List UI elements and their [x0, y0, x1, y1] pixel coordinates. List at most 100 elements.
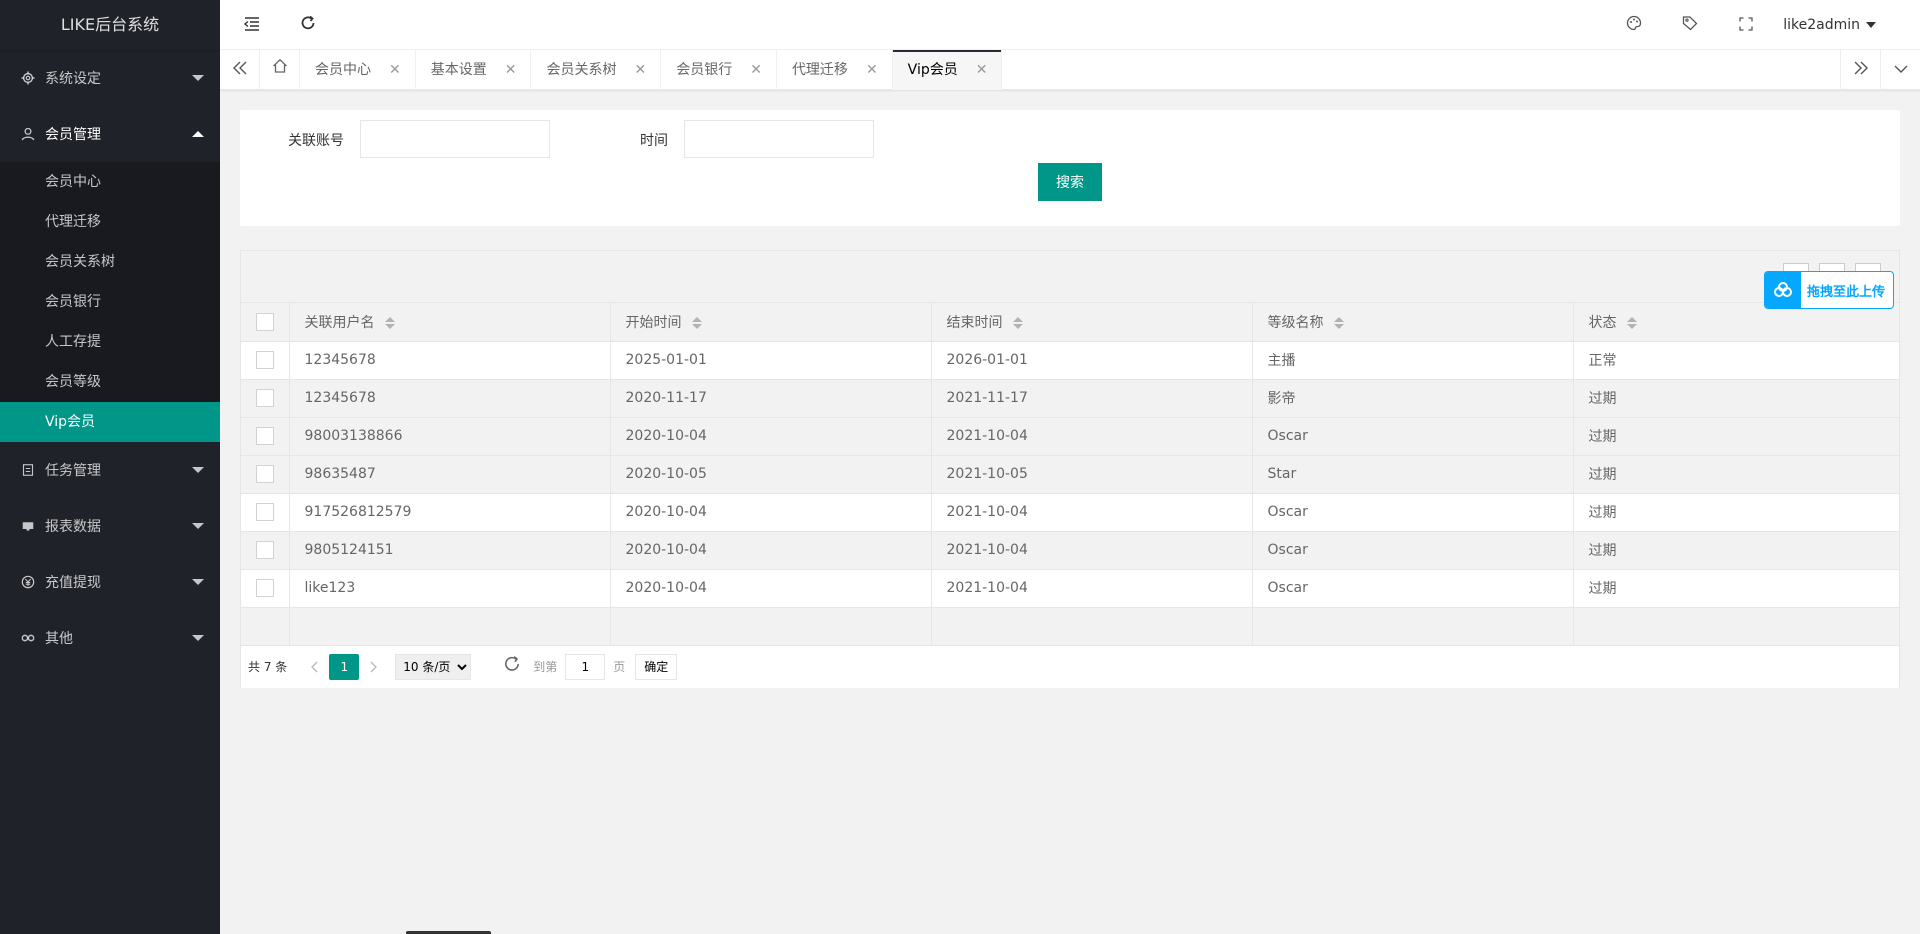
cell-end-time: 2021-10-04: [931, 531, 1253, 570]
chevron-down-icon: [192, 523, 204, 529]
close-icon[interactable]: ✕: [866, 50, 878, 90]
menu-report-data[interactable]: 报表数据: [0, 498, 220, 554]
tab-home[interactable]: [260, 50, 300, 90]
next-page-button[interactable]: [359, 654, 389, 680]
close-icon[interactable]: ✕: [634, 50, 646, 90]
cell-end-time: 2021-10-04: [931, 493, 1253, 532]
time-label: 时间: [640, 133, 668, 149]
table-row[interactable]: 9805124151 2020-10-04 2021-10-04 Oscar 过…: [241, 531, 1899, 570]
sidebar-item-vip-member[interactable]: Vip会员: [0, 402, 220, 442]
user-menu[interactable]: like2admin: [1783, 0, 1876, 50]
table-row[interactable]: 917526812579 2020-10-04 2021-10-04 Oscar…: [241, 493, 1899, 532]
user-icon: [20, 126, 36, 142]
row-checkbox[interactable]: [256, 503, 274, 521]
row-checkbox[interactable]: [256, 465, 274, 483]
sort-icon[interactable]: [1626, 316, 1637, 329]
table-row[interactable]: 12345678 2020-11-17 2021-11-17 影帝 过期: [241, 379, 1899, 418]
tab-label: 会员中心: [315, 62, 371, 78]
refresh-table-icon[interactable]: [503, 655, 523, 678]
sidebar-item-member-center[interactable]: 会员中心: [0, 162, 220, 202]
sidebar-item-agent-migration[interactable]: 代理迁移: [0, 202, 220, 242]
tab-vip-member[interactable]: Vip会员 ✕: [892, 50, 1003, 90]
current-page[interactable]: 1: [329, 653, 360, 680]
time-input[interactable]: [684, 120, 874, 158]
account-input[interactable]: [360, 120, 550, 158]
report-icon: [20, 518, 36, 534]
theme-button[interactable]: [1622, 0, 1646, 50]
table-row[interactable]: 98635487 2020-10-05 2021-10-05 Star 过期: [241, 455, 1899, 494]
column-header-end-time[interactable]: 结束时间: [931, 303, 1253, 342]
upload-drop-badge[interactable]: 拖拽至此上传: [1764, 271, 1894, 309]
refresh-button[interactable]: [296, 0, 320, 50]
cell-start-time: 2020-10-04: [610, 493, 932, 532]
close-icon[interactable]: ✕: [750, 50, 762, 90]
sidebar-item-member-tree[interactable]: 会员关系树: [0, 242, 220, 282]
cell-status: 过期: [1573, 493, 1899, 532]
table-row[interactable]: like123 2020-10-04 2021-10-04 Oscar 过期: [241, 569, 1899, 608]
column-header-start-time[interactable]: 开始时间: [610, 303, 932, 342]
cell-status: 过期: [1573, 379, 1899, 418]
app-logo[interactable]: LIKE后台系统: [0, 0, 220, 50]
select-all-checkbox[interactable]: [256, 312, 274, 331]
column-header-level-name[interactable]: 等级名称: [1252, 303, 1574, 342]
cell-start-time: 2020-11-17: [610, 379, 932, 418]
chevron-down-icon: [192, 467, 204, 473]
tab-member-tree[interactable]: 会员关系树 ✕: [531, 50, 662, 90]
sidebar-item-manual-deposit[interactable]: 人工存提: [0, 322, 220, 362]
fullscreen-button[interactable]: [1734, 0, 1758, 50]
menu-label: 其他: [45, 631, 73, 647]
table-row[interactable]: 12345678 2025-01-01 2026-01-01 主播 正常: [241, 341, 1899, 380]
goto-confirm-button[interactable]: 确定: [635, 653, 678, 680]
search-button[interactable]: 搜索: [1038, 163, 1102, 201]
column-header-username[interactable]: 关联用户名: [289, 303, 611, 342]
sort-icon[interactable]: [691, 316, 702, 329]
goto-page-input[interactable]: [565, 653, 606, 680]
menu-group-task: 任务管理: [0, 442, 220, 498]
cell-start-time: 2020-10-05: [610, 455, 932, 494]
menu-member-management[interactable]: 会员管理: [0, 106, 220, 162]
prev-page-button[interactable]: [299, 654, 329, 680]
table-toolbar: 拖拽至此上传: [241, 251, 1899, 309]
cell-start-time: 2020-10-04: [610, 531, 932, 570]
row-checkbox[interactable]: [256, 541, 274, 559]
sidebar-item-member-level[interactable]: 会员等级: [0, 362, 220, 402]
chevron-down-icon: [192, 579, 204, 585]
row-checkbox[interactable]: [256, 427, 274, 445]
close-icon[interactable]: ✕: [389, 50, 401, 90]
menu-system-settings[interactable]: 系统设定: [0, 50, 220, 106]
sort-icon[interactable]: [1012, 316, 1023, 329]
menu-recharge-withdraw[interactable]: 充值提现: [0, 554, 220, 610]
menu-task-management[interactable]: 任务管理: [0, 442, 220, 498]
tabs-scroll-right-button[interactable]: [1840, 50, 1880, 90]
tab-basic-settings[interactable]: 基本设置 ✕: [416, 50, 532, 90]
note-button[interactable]: [1678, 0, 1702, 50]
cell-status: 过期: [1573, 417, 1899, 456]
search-panel: 关联账号 时间 搜索: [240, 110, 1900, 226]
close-icon[interactable]: ✕: [976, 50, 988, 90]
sort-icon[interactable]: [384, 316, 395, 329]
page-unit-label: 页: [613, 660, 626, 674]
menu-group-report: 报表数据: [0, 498, 220, 554]
table-filler-row: [241, 607, 1899, 646]
toggle-sidebar-button[interactable]: [240, 0, 264, 50]
link-icon: [20, 630, 36, 646]
tab-member-center[interactable]: 会员中心 ✕: [300, 50, 416, 90]
row-checkbox[interactable]: [256, 351, 274, 369]
tabs-menu-button[interactable]: [1880, 50, 1920, 90]
tab-agent-migration[interactable]: 代理迁移 ✕: [777, 50, 893, 90]
page-size-select[interactable]: 10 条/页: [395, 653, 472, 680]
tab-member-bank[interactable]: 会员银行 ✕: [661, 50, 777, 90]
table-row[interactable]: 98003138866 2020-10-04 2021-10-04 Oscar …: [241, 417, 1899, 456]
menu-other[interactable]: 其他: [0, 610, 220, 666]
cell-end-time: 2021-10-04: [931, 569, 1253, 608]
row-checkbox[interactable]: [256, 389, 274, 407]
cell-level-name: Oscar: [1252, 417, 1574, 456]
sort-icon[interactable]: [1333, 316, 1344, 329]
cell-username: 98635487: [289, 455, 611, 494]
row-checkbox[interactable]: [256, 579, 274, 597]
sidebar-item-member-bank[interactable]: 会员银行: [0, 282, 220, 322]
tab-label: 会员关系树: [546, 62, 617, 78]
tabs-scroll-left-button[interactable]: [220, 50, 260, 90]
double-chevron-left-icon: [232, 61, 247, 79]
close-icon[interactable]: ✕: [505, 50, 517, 90]
